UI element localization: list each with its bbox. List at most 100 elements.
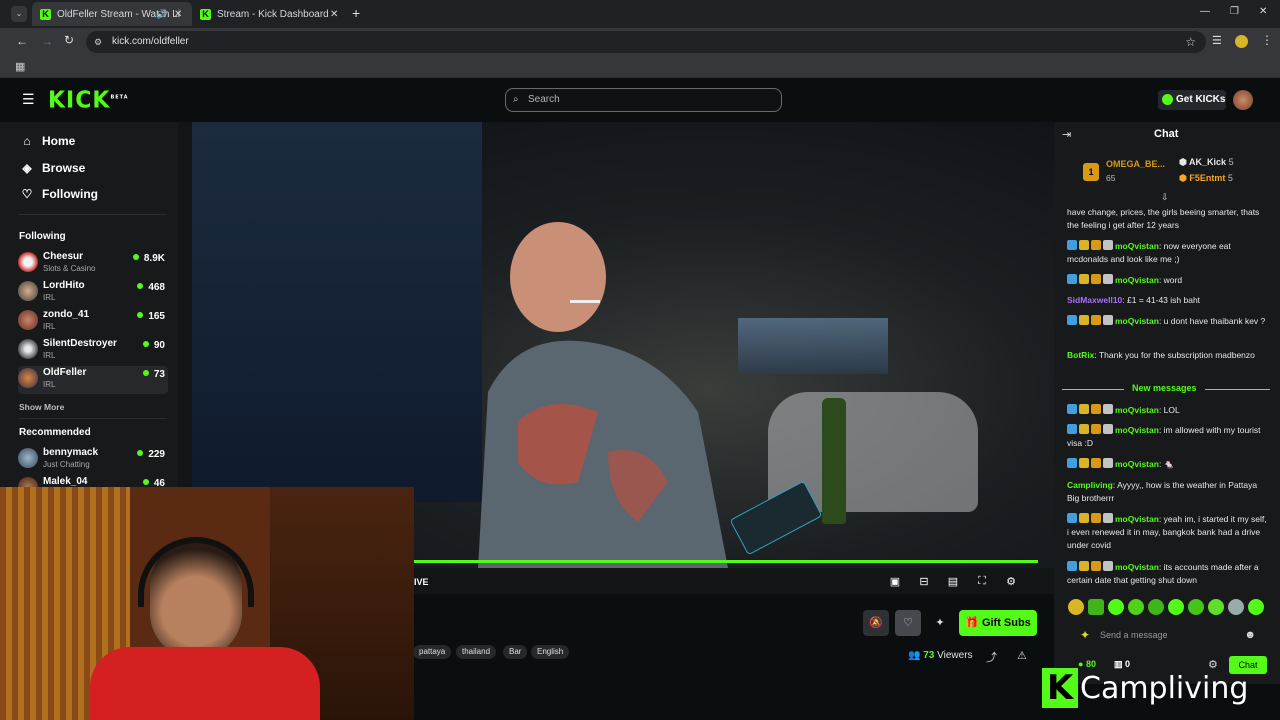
chat-username[interactable]: moQvistan (1115, 425, 1159, 435)
channel-item[interactable]: Malek_04 46 (18, 475, 168, 487)
chat-username[interactable]: moQvistan (1115, 514, 1159, 524)
tag-pill[interactable]: English (531, 645, 570, 659)
sidebar-item-browse[interactable]: ◈ Browse (20, 161, 85, 175)
minimize-icon[interactable]: — (1200, 6, 1210, 17)
search-input[interactable]: ⌕ Search (505, 88, 782, 112)
tag-pill[interactable]: thailand (456, 645, 497, 659)
hamburger-menu-icon[interactable]: ☰ (22, 91, 35, 108)
expand-leaderboard-icon[interactable]: ⇩ (1161, 192, 1169, 203)
chat-message: moQvistan: its accounts made after a cer… (1067, 561, 1267, 587)
chat-username[interactable]: moQvistan (1115, 241, 1159, 251)
chat-username[interactable]: moQvistan (1115, 459, 1159, 469)
emote-icon[interactable] (1188, 599, 1204, 615)
emote-icon[interactable] (1088, 599, 1104, 615)
gift-subs-button[interactable]: 🎁 Gift Subs (959, 610, 1037, 636)
report-icon[interactable]: ⚠ (1017, 649, 1027, 662)
forward-icon[interactable]: → (41, 34, 53, 48)
emoji-picker-icon[interactable]: ☻ (1244, 624, 1256, 646)
leaderboard-count: 5 (1228, 157, 1234, 167)
chat-username[interactable]: moQvistan (1115, 316, 1159, 326)
emote-icon[interactable] (1108, 599, 1124, 615)
emote-icon[interactable] (1168, 599, 1184, 615)
get-kicks-button[interactable]: Get KICKs (1158, 90, 1226, 110)
viewer-count: 90 (143, 340, 165, 351)
leaderboard-entry[interactable]: ⬢ F5Entmt 5 (1179, 173, 1267, 187)
back-icon[interactable]: ← (16, 34, 28, 48)
following-heading: Following (19, 231, 66, 242)
window-close-icon[interactable]: ✕ (1259, 6, 1267, 17)
channel-category: IRL (43, 351, 56, 360)
sidebar-item-home[interactable]: ⌂ Home (20, 134, 75, 148)
browser-tab-active[interactable]: K OldFeller Stream - Watch Li 🔊 ✕ (32, 2, 192, 26)
user-badge-icon (1091, 274, 1101, 284)
bookmark-star-icon[interactable]: ☆ (1185, 31, 1196, 53)
clip-icon[interactable]: ▤ (946, 575, 960, 589)
leaderboard-count: 65 (1106, 173, 1116, 183)
channel-item[interactable]: SilentDestroyer IRL 90 (18, 337, 168, 365)
share-icon[interactable]: ⤴ (986, 649, 997, 665)
watermark-text: Campliving (1080, 670, 1249, 706)
site-info-icon[interactable]: ⚙ (94, 31, 102, 53)
restore-icon[interactable]: ❐ (1230, 6, 1239, 17)
channel-name: Cheesur (43, 251, 84, 262)
close-icon[interactable]: ✕ (330, 9, 338, 20)
chat-username[interactable]: moQvistan (1115, 405, 1159, 415)
apps-grid-icon[interactable]: ▦ (15, 60, 25, 73)
viewers-label: Viewers (937, 650, 973, 661)
channel-item[interactable]: bennymack Just Chatting 229 (18, 446, 168, 474)
theater-mode-icon[interactable]: ⊟ (917, 575, 931, 589)
favorite-heart-button[interactable]: ♡ (895, 610, 921, 636)
chat-message: moQvistan: yeah im, i started it my self… (1067, 513, 1267, 552)
chat-username[interactable]: moQvistan (1115, 562, 1159, 572)
chat-username[interactable]: moQvistan (1115, 275, 1159, 285)
chat-input[interactable]: ✦ Send a message ☻ (1072, 624, 1266, 646)
chat-username[interactable]: BotRix (1067, 350, 1094, 360)
emote-icon[interactable] (1228, 599, 1244, 615)
chat-message: moQvistan: word (1067, 274, 1267, 287)
chat-text: 🐁 (1163, 459, 1175, 469)
close-icon[interactable]: ✕ (174, 9, 182, 20)
home-icon: ⌂ (23, 134, 31, 148)
url-text: kick.com/oldfeller (112, 36, 189, 47)
leaderboard-entry[interactable]: ⬢ AK_Kick 5 (1179, 157, 1267, 171)
pip-icon[interactable]: ▣ (888, 575, 902, 589)
sidebar-item-following[interactable]: ♡ Following (20, 187, 98, 201)
channel-item-selected[interactable]: OldFeller IRL 73 (18, 366, 168, 394)
kick-logo[interactable]: KICKBETA (48, 87, 129, 113)
profile-avatar[interactable] (1235, 35, 1248, 48)
collapse-chat-icon[interactable]: ⇥ (1062, 128, 1071, 141)
tag-pill[interactable]: Bar (503, 645, 528, 659)
user-badge-icon (1079, 424, 1089, 434)
webcam-shirt (90, 647, 320, 720)
channel-item[interactable]: Cheesur Slots & Casino 8.9K (18, 250, 168, 278)
tag-pill[interactable]: pattaya (413, 645, 452, 659)
browser-tab[interactable]: K Stream - Kick Dashboard ✕ (192, 2, 348, 26)
leaderboard-top[interactable]: 1 OMEGA_BE... 65 (1083, 159, 1173, 187)
show-more-link[interactable]: Show More (19, 402, 64, 412)
emote-icon[interactable] (1248, 599, 1264, 615)
chat-username[interactable]: Campliving (1067, 480, 1113, 490)
mute-notifications-button[interactable]: 🔕 (863, 610, 889, 636)
user-badge-icon (1103, 458, 1113, 468)
chat-message: Campliving: Ayyyy,, how is the weather i… (1067, 479, 1267, 505)
settings-gear-icon[interactable]: ⚙ (1004, 575, 1018, 589)
fullscreen-icon[interactable]: ⛶ (975, 575, 989, 589)
live-progress-bar[interactable] (414, 560, 1038, 563)
chat-username[interactable]: SidMaxwell10 (1067, 295, 1122, 305)
sparkle-button[interactable]: ✦ (927, 610, 953, 636)
channel-item[interactable]: zondo_41 IRL 165 (18, 308, 168, 336)
chat-text: word (1163, 275, 1183, 285)
extensions-icon[interactable]: ☰ (1212, 34, 1222, 47)
user-avatar[interactable] (1233, 90, 1253, 110)
emote-icon[interactable] (1128, 599, 1144, 615)
video-background-wall (192, 122, 482, 502)
tab-list-button[interactable]: ⌄ (11, 6, 27, 22)
new-tab-button[interactable]: + (352, 5, 360, 21)
emote-icon[interactable] (1148, 599, 1164, 615)
reload-icon[interactable]: ↻ (64, 33, 74, 47)
url-field[interactable]: ⚙ kick.com/oldfeller ☆ (86, 31, 1206, 53)
channel-item[interactable]: LordHito IRL 468 (18, 279, 168, 307)
menu-dots-icon[interactable]: ⋮ (1261, 33, 1273, 47)
emote-icon[interactable] (1068, 599, 1084, 615)
emote-icon[interactable] (1208, 599, 1224, 615)
